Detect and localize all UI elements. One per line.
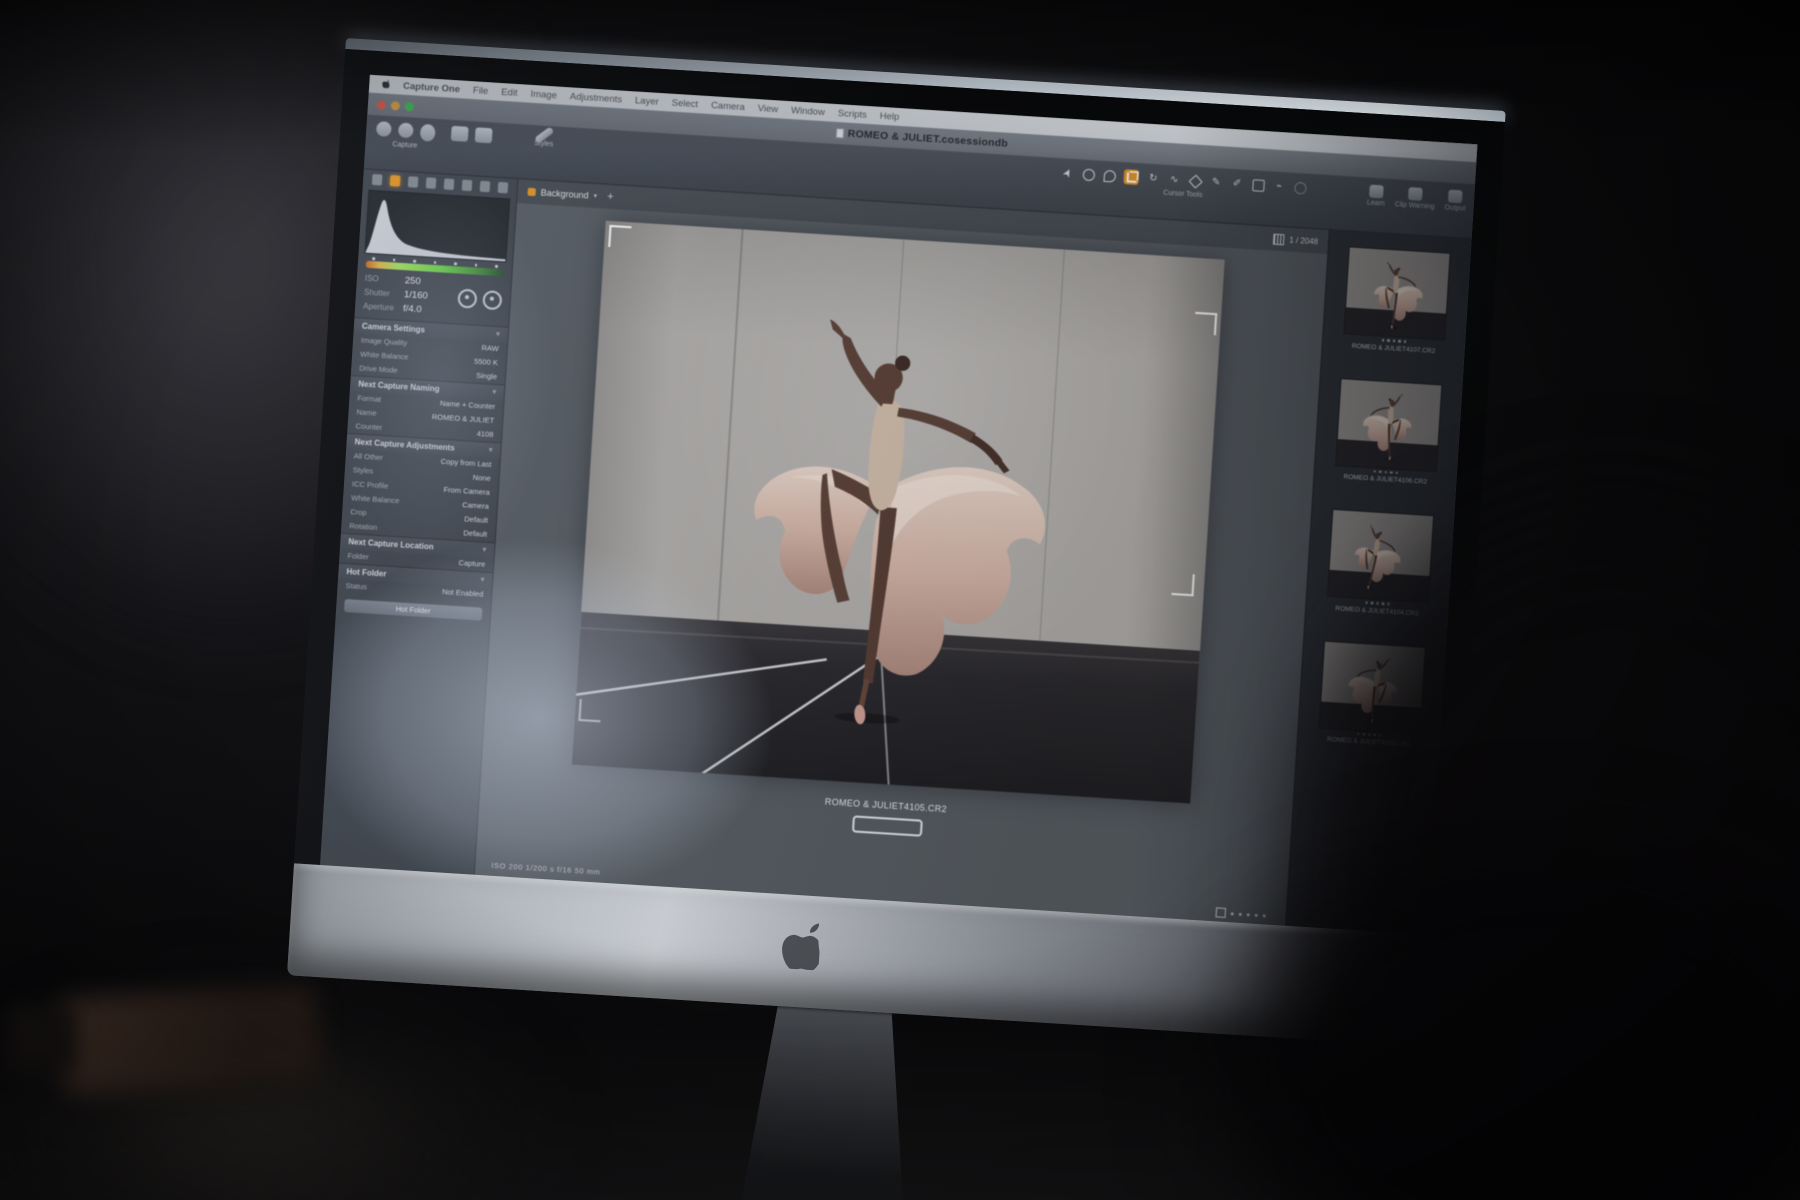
panel-section: Hot Folder▾ StatusNot Enabled Hot Folder bbox=[336, 562, 493, 621]
menu-item[interactable]: Scripts bbox=[837, 108, 867, 121]
aperture-label: Aperture bbox=[363, 301, 397, 312]
learn-button[interactable]: Learn bbox=[1367, 184, 1386, 207]
layer-color-icon bbox=[527, 188, 535, 196]
pick-wb-tool-icon[interactable]: ⌁ bbox=[1272, 179, 1286, 193]
loupe-tool-icon[interactable] bbox=[1102, 169, 1116, 183]
metadata-tab-icon[interactable] bbox=[498, 182, 509, 194]
menu-item[interactable]: File bbox=[473, 85, 489, 97]
menu-item[interactable]: Window bbox=[791, 105, 825, 118]
crop-handle[interactable] bbox=[578, 699, 601, 722]
zoom-button[interactable] bbox=[405, 101, 415, 111]
layer-selector[interactable]: Background ▾ bbox=[527, 187, 597, 201]
add-layer-button[interactable]: + bbox=[607, 191, 614, 203]
photograph-scene: Capture One File Edit Image Adjustments … bbox=[0, 0, 1800, 1200]
crop-tool-icon-active[interactable] bbox=[1123, 169, 1139, 185]
toolbar-group-capture: Capture bbox=[375, 121, 436, 151]
selection-indicator bbox=[852, 815, 923, 836]
menu-item[interactable]: Camera bbox=[711, 100, 745, 113]
chevron-down-icon: ▾ bbox=[593, 192, 597, 200]
blurred-desk-object-small bbox=[6, 1006, 76, 1072]
toolbar-group-2 bbox=[451, 126, 493, 144]
ev-dial-icon[interactable] bbox=[482, 290, 502, 310]
close-button[interactable] bbox=[377, 100, 387, 110]
iso-label: ISO bbox=[365, 273, 399, 284]
apply-adjustments-tool-icon[interactable] bbox=[1293, 181, 1307, 195]
ballerina-figure bbox=[703, 283, 1078, 740]
straighten-tool-icon[interactable]: ∿ bbox=[1167, 173, 1181, 187]
pan-tool-icon[interactable] bbox=[1082, 167, 1096, 181]
cursor-tools-label: Cursor Tools bbox=[1163, 190, 1203, 199]
tether-icon[interactable] bbox=[398, 122, 414, 138]
apple-logo bbox=[776, 918, 821, 971]
adjustments-tab-icon[interactable] bbox=[480, 181, 491, 193]
button-label: Output bbox=[1444, 204, 1465, 212]
adjustments-icon[interactable] bbox=[475, 127, 493, 143]
thumbnail-image bbox=[1344, 247, 1449, 339]
output-button[interactable]: Output bbox=[1444, 189, 1466, 212]
capture-tab-icon-active[interactable] bbox=[390, 175, 401, 187]
rating-dots[interactable] bbox=[1382, 339, 1407, 343]
clip-warning-button[interactable]: Clip Warning bbox=[1395, 186, 1436, 210]
aperture-value[interactable]: f/4.0 bbox=[403, 303, 422, 315]
histogram-curve bbox=[366, 191, 510, 262]
erase-mask-tool-icon[interactable] bbox=[1251, 178, 1265, 192]
shutter-value[interactable]: 1/160 bbox=[404, 289, 428, 301]
thumbnail-filename: ROMEO & JULIET4107.CR2 bbox=[1352, 342, 1436, 354]
panel-section: Next Capture Naming▾ FormatName + Counte… bbox=[347, 374, 504, 442]
details-tab-icon[interactable] bbox=[462, 180, 473, 192]
current-filename: ROMEO & JULIET4105.CR2 bbox=[825, 797, 948, 815]
minimize-button[interactable] bbox=[391, 100, 401, 110]
menu-item[interactable]: Select bbox=[671, 97, 698, 110]
rotate-tool-icon[interactable]: ↻ bbox=[1146, 172, 1160, 186]
select-tool-icon[interactable]: ➤ bbox=[1059, 164, 1077, 182]
toolbar-right-buttons: Learn Clip Warning Output bbox=[1367, 184, 1467, 212]
foreground-corner-blur bbox=[1160, 800, 1800, 1200]
menu-item[interactable]: Help bbox=[879, 110, 899, 122]
library-tab-icon[interactable] bbox=[372, 174, 383, 186]
exif-readout: ISO 200 1/200 s f/16 50 mm bbox=[491, 861, 601, 877]
menu-item[interactable]: View bbox=[757, 103, 778, 115]
output-icon bbox=[1448, 190, 1463, 204]
crop-handle[interactable] bbox=[608, 225, 631, 248]
draw-mask-tool-icon[interactable]: ✐ bbox=[1230, 177, 1244, 191]
image-counter: 1 / 2048 bbox=[1273, 233, 1319, 247]
filmstrip-thumbnail[interactable]: ROMEO & JULIET4107.CR2 bbox=[1332, 247, 1460, 356]
photo-ballerina bbox=[572, 221, 1225, 804]
toolbar-group-label: Capture bbox=[392, 141, 417, 150]
menu-item[interactable]: Edit bbox=[501, 86, 518, 98]
menu-item[interactable]: Layer bbox=[635, 95, 659, 107]
spot-tool-icon[interactable]: ✎ bbox=[1209, 176, 1223, 190]
naming-icon[interactable] bbox=[451, 126, 469, 142]
toolbar-group-styles: Styles bbox=[534, 131, 555, 148]
layer-name: Background bbox=[540, 188, 589, 201]
shutter-label: Shutter bbox=[364, 287, 398, 298]
menu-item[interactable]: Capture One bbox=[403, 80, 461, 95]
panel-section: Camera Settings▾ Image QualityRAW White … bbox=[351, 317, 508, 385]
menu-item[interactable]: Image bbox=[530, 88, 557, 101]
keystone-tool-icon[interactable] bbox=[1188, 174, 1202, 188]
button-label: Learn bbox=[1367, 199, 1385, 207]
grid-icon[interactable] bbox=[1273, 233, 1285, 245]
histogram bbox=[364, 190, 510, 263]
document-icon bbox=[835, 128, 844, 138]
crop-handle[interactable] bbox=[1194, 312, 1217, 335]
button-label: Clip Warning bbox=[1395, 201, 1435, 210]
learn-icon bbox=[1369, 185, 1384, 199]
iso-value[interactable]: 250 bbox=[405, 275, 422, 287]
lens-tab-icon[interactable] bbox=[408, 176, 419, 188]
import-icon[interactable] bbox=[376, 121, 392, 137]
clip-warning-icon bbox=[1408, 187, 1423, 201]
crop-handle[interactable] bbox=[1171, 573, 1194, 596]
wb-dial-icon[interactable] bbox=[457, 288, 477, 308]
menu-item[interactable]: Adjustments bbox=[570, 91, 623, 105]
blurred-desk-object bbox=[60, 985, 321, 1094]
exposure-tab-icon[interactable] bbox=[444, 178, 455, 190]
apple-menu-icon[interactable] bbox=[381, 79, 391, 91]
capture-icon[interactable] bbox=[420, 124, 436, 142]
color-tab-icon[interactable] bbox=[426, 177, 437, 189]
hot-folder-button[interactable]: Hot Folder bbox=[344, 599, 483, 621]
panel-section: Next Capture Adjustments▾ All OtherCopy … bbox=[341, 432, 501, 541]
